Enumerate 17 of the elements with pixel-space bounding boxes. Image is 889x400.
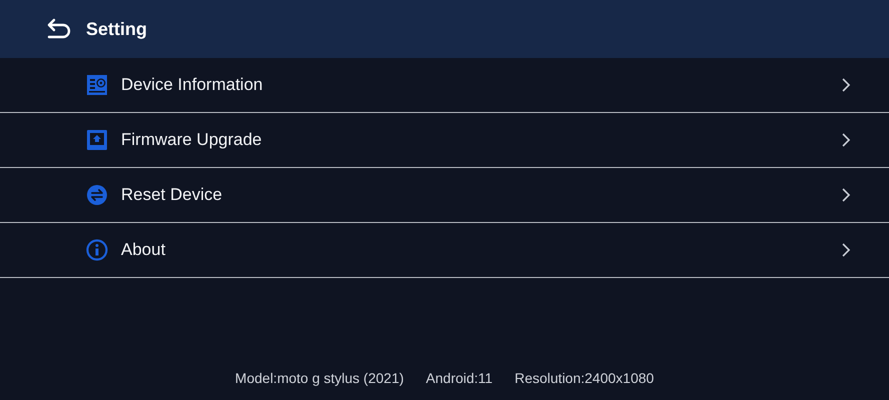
chevron-right-icon xyxy=(841,77,851,93)
chevron-right-icon xyxy=(841,187,851,203)
item-label: Firmware Upgrade xyxy=(121,130,263,150)
document-gear-icon xyxy=(86,74,108,96)
device-info-text: Resolution:2400x1080 xyxy=(514,370,654,386)
chevron-right-icon xyxy=(841,132,851,148)
swap-arrows-icon xyxy=(86,184,108,206)
item-label: Device Information xyxy=(121,75,264,95)
upload-box-icon xyxy=(86,129,108,151)
device-info-text: Android:11 xyxy=(426,370,493,386)
item-label: Reset Device xyxy=(121,185,224,205)
back-icon[interactable] xyxy=(46,18,72,40)
device-info-text: Model:moto g stylus (2021) xyxy=(235,370,404,386)
info-icon xyxy=(86,239,108,261)
chevron-right-icon xyxy=(841,242,851,258)
item-label: About xyxy=(121,240,166,260)
page-title: Setting xyxy=(86,18,147,40)
